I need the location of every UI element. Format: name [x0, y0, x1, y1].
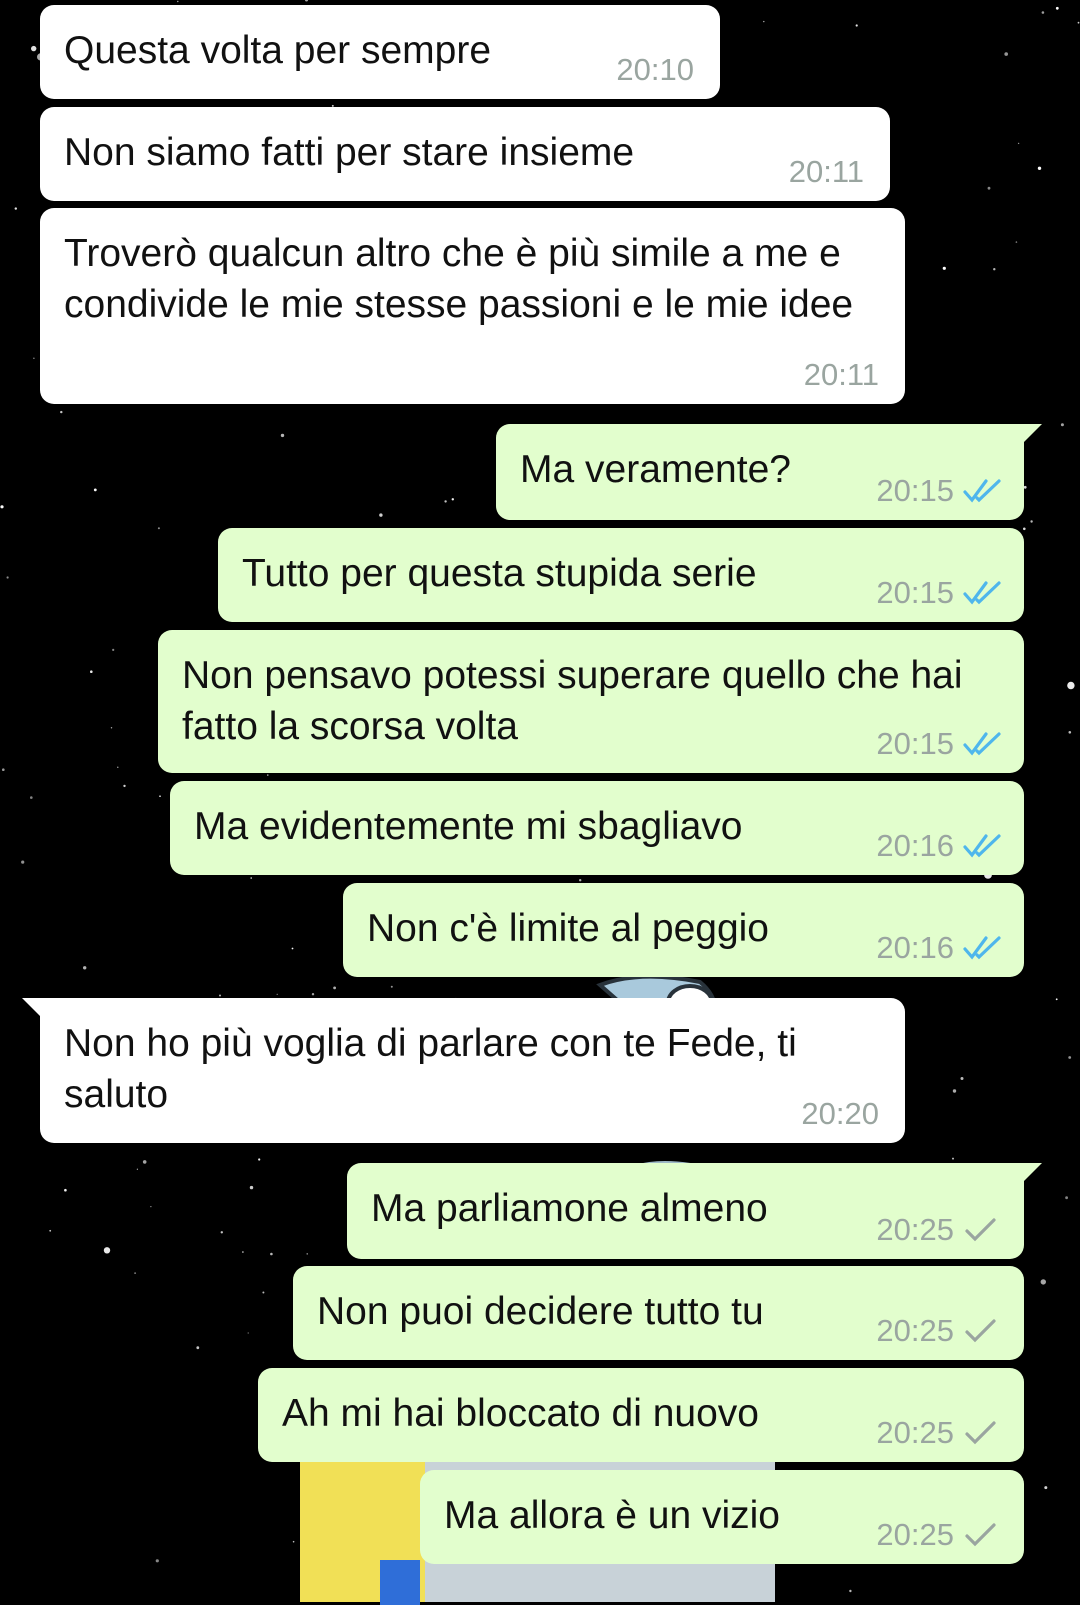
- message-timestamp: 20:11: [803, 357, 879, 392]
- bubble-tail: [1018, 424, 1042, 448]
- message-timestamp: 20:15: [876, 726, 954, 761]
- message-timestamp: 20:16: [876, 930, 954, 965]
- single-check-icon: [965, 1319, 996, 1343]
- message-text: Questa volta per sempre: [64, 29, 492, 72]
- single-check-icon: [965, 1218, 996, 1242]
- message-text: Troverò qualcun altro che è più simile a…: [64, 232, 854, 326]
- message-timestamp: 20:25: [876, 1415, 954, 1450]
- bubble-tail: [1018, 1163, 1042, 1187]
- outgoing-message-bubble[interactable]: Non c'è limite al peggio 20:16: [343, 883, 1024, 977]
- incoming-message-bubble[interactable]: Troverò qualcun altro che è più simile a…: [40, 208, 905, 404]
- bubble-tail: [22, 998, 46, 1022]
- message-timestamp: 20:10: [616, 52, 694, 87]
- message-timestamp: 20:25: [876, 1313, 954, 1348]
- incoming-message-bubble[interactable]: Non ho più voglia di parlare con te Fede…: [22, 998, 905, 1143]
- outgoing-message-bubble[interactable]: Tutto per questa stupida serie 20:15: [218, 528, 1024, 622]
- message-meta: 20:25: [876, 1213, 1002, 1247]
- message-text: Non siamo fatti per stare insieme: [64, 131, 635, 174]
- double-check-icon: [963, 834, 1001, 858]
- incoming-message-bubble[interactable]: Non siamo fatti per stare insieme 20:11: [40, 107, 890, 201]
- double-check-icon: [963, 732, 1001, 756]
- outgoing-message-bubble[interactable]: Ma allora è un vizio 20:25: [420, 1470, 1024, 1564]
- message-timestamp: 20:25: [876, 1517, 954, 1552]
- message-meta: 20:15: [876, 474, 1002, 508]
- message-meta: 20:25: [876, 1416, 1002, 1450]
- message-timestamp: 20:15: [876, 575, 954, 610]
- double-check-icon: [963, 479, 1001, 503]
- message-timestamp: 20:11: [788, 154, 864, 189]
- message-meta: 20:16: [876, 931, 1002, 965]
- message-meta: 20:10: [616, 53, 694, 87]
- outgoing-message-bubble[interactable]: Non puoi decidere tutto tu 20:25: [293, 1266, 1024, 1360]
- message-meta: 20:15: [876, 576, 1002, 610]
- outgoing-message-bubble[interactable]: Ah mi hai bloccato di nuovo 20:25: [258, 1368, 1024, 1462]
- single-check-icon: [965, 1523, 996, 1547]
- double-check-icon: [963, 936, 1001, 960]
- outgoing-message-bubble[interactable]: Ma parliamone almeno 20:25: [347, 1163, 1042, 1259]
- single-check-icon: [965, 1421, 996, 1445]
- outgoing-message-bubble[interactable]: Ma evidentemente mi sbagliavo 20:16: [170, 781, 1024, 875]
- outgoing-message-bubble[interactable]: Ma veramente? 20:15: [496, 424, 1042, 520]
- message-meta: 20:25: [876, 1314, 1002, 1348]
- double-check-icon: [963, 581, 1001, 605]
- message-timestamp: 20:16: [876, 828, 954, 863]
- message-text: Non ho più voglia di parlare con te Fede…: [64, 1022, 808, 1116]
- message-timestamp: 20:15: [876, 473, 954, 508]
- message-timestamp: 20:20: [801, 1096, 879, 1131]
- incoming-message-bubble[interactable]: Questa volta per sempre 20:10: [40, 5, 720, 99]
- outgoing-message-bubble[interactable]: Non pensavo potessi superare quello che …: [158, 630, 1024, 773]
- message-meta: 20:25: [876, 1518, 1002, 1552]
- message-timestamp: 20:25: [876, 1212, 954, 1247]
- message-meta: 20:11: [789, 155, 864, 189]
- message-meta: 20:11: [804, 358, 879, 392]
- message-meta: 20:15: [876, 727, 1002, 761]
- message-meta: 20:20: [801, 1097, 879, 1131]
- message-meta: 20:16: [876, 829, 1002, 863]
